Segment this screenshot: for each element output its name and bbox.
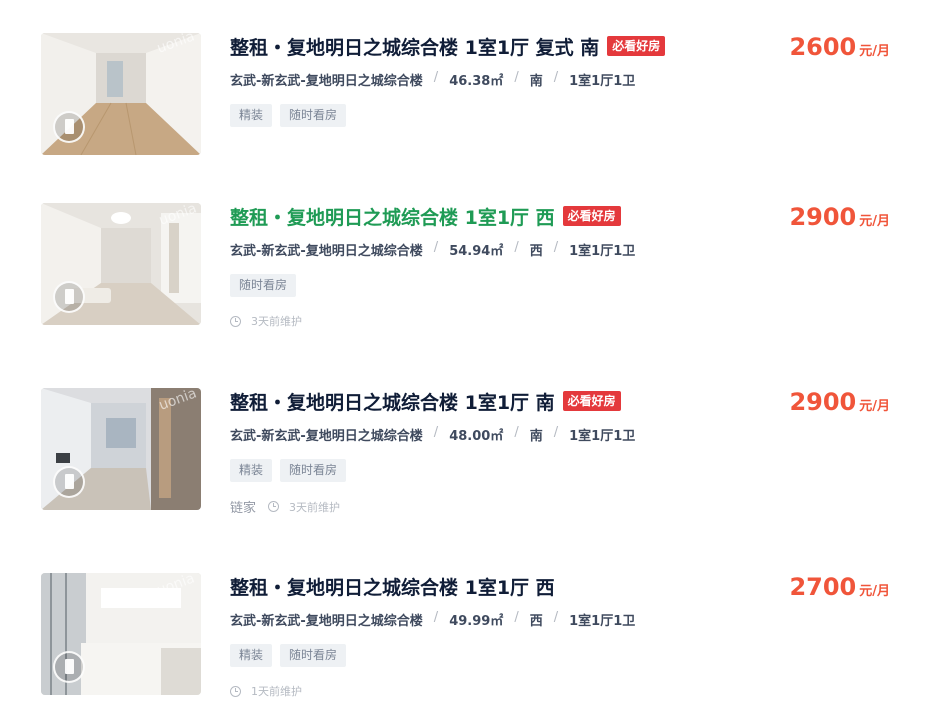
tag-list: 精装 随时看房 [230, 459, 354, 482]
price-value: 2900 [789, 203, 857, 231]
price-unit: 元/月 [859, 214, 890, 229]
orientation: 南 [529, 74, 543, 89]
clock-icon [268, 501, 280, 512]
tag: 随时看房 [280, 104, 347, 127]
listing-card[interactable]: uonia 整租・复地明日之城综合楼 1室1厅 南 必看好房 玄武-新玄武-复地… [0, 388, 948, 538]
price: 2700 元/月 [789, 573, 890, 601]
orientation: 西 [529, 614, 543, 629]
listing-title[interactable]: 整租・复地明日之城综合楼 1室1厅 复式 南 [230, 33, 599, 60]
tag: 随时看房 [230, 274, 297, 297]
district-link[interactable]: 玄武-新玄武-复地明日之城综合楼 [230, 240, 423, 259]
listing-photo[interactable]: uonia [41, 33, 201, 155]
price: 2900 元/月 [789, 388, 890, 416]
price: 2900 元/月 [789, 203, 890, 231]
room-layout: 1室1厅1卫 [569, 429, 636, 444]
listing-card[interactable]: uonia 整租・复地明日之城综合楼 1室1厅 西 必看好房 玄武-新玄武-复地… [0, 203, 948, 353]
tag: 精装 [230, 459, 273, 482]
room-layout: 1室1厅1卫 [569, 74, 636, 89]
area: 49.99㎡ [449, 614, 504, 629]
price-unit: 元/月 [859, 399, 890, 414]
listing-title[interactable]: 整租・复地明日之城综合楼 1室1厅 西 [230, 573, 555, 600]
tag-list: 精装 随时看房 [230, 644, 354, 667]
district-link[interactable]: 玄武-新玄武-复地明日之城综合楼 [230, 425, 423, 444]
tag: 随时看房 [280, 459, 347, 482]
vr-tour-icon[interactable] [53, 111, 85, 143]
price-unit: 元/月 [859, 584, 890, 599]
area: 54.94㎡ [449, 244, 504, 259]
listing-card[interactable]: uonia 整租・复地明日之城综合楼 1室1厅 复式 南 必看好房 玄武-新玄武… [0, 33, 948, 183]
must-see-badge: 必看好房 [607, 36, 666, 56]
district-link[interactable]: 玄武-新玄武-复地明日之城综合楼 [230, 610, 423, 629]
listing-details: 玄武-新玄武-复地明日之城综合楼 / 46.38㎡ / 南 / 1室1厅1卫 [230, 70, 636, 89]
listing-photo[interactable]: uonia [41, 573, 201, 695]
listing-title[interactable]: 整租・复地明日之城综合楼 1室1厅 西 [230, 203, 555, 230]
listing-photo[interactable]: uonia [41, 203, 201, 325]
listing-details: 玄武-新玄武-复地明日之城综合楼 / 48.00㎡ / 南 / 1室1厅1卫 [230, 425, 636, 444]
area: 48.00㎡ [449, 429, 504, 444]
price-value: 2600 [789, 33, 857, 61]
tag-list: 随时看房 [230, 274, 304, 297]
maintenance-row: 1天前维护 [230, 683, 302, 699]
maintained-time: 3天前维护 [289, 500, 341, 514]
must-see-badge: 必看好房 [562, 206, 621, 226]
vr-tour-icon[interactable] [53, 281, 85, 313]
listing-card[interactable]: uonia 整租・复地明日之城综合楼 1室1厅 西 玄武-新玄武-复地明日之城综… [0, 573, 948, 723]
price-value: 2900 [789, 388, 857, 416]
clock-icon [230, 315, 241, 327]
listing-photo[interactable]: uonia [41, 388, 201, 510]
listing-title[interactable]: 整租・复地明日之城综合楼 1室1厅 南 [230, 388, 555, 415]
price-unit: 元/月 [859, 44, 890, 59]
tag: 随时看房 [280, 644, 347, 667]
tag: 精装 [230, 104, 273, 127]
area: 46.38㎡ [449, 74, 504, 89]
orientation: 西 [529, 244, 543, 259]
clock-icon [230, 685, 241, 697]
vr-tour-icon[interactable] [53, 466, 85, 498]
must-see-badge: 必看好房 [562, 391, 621, 411]
tag-list: 精装 随时看房 [230, 104, 354, 127]
tag: 精装 [230, 644, 273, 667]
maintained-time: 1天前维护 [251, 685, 302, 698]
maintained-time: 3天前维护 [251, 315, 302, 328]
room-layout: 1室1厅1卫 [569, 244, 636, 259]
district-link[interactable]: 玄武-新玄武-复地明日之城综合楼 [230, 70, 423, 89]
listing-details: 玄武-新玄武-复地明日之城综合楼 / 49.99㎡ / 西 / 1室1厅1卫 [230, 610, 636, 629]
price: 2600 元/月 [789, 33, 890, 61]
room-layout: 1室1厅1卫 [569, 614, 636, 629]
maintenance-row: 3天前维护 [230, 313, 302, 329]
listing-details: 玄武-新玄武-复地明日之城综合楼 / 54.94㎡ / 西 / 1室1厅1卫 [230, 240, 636, 259]
maintenance-row: 链家 3天前维护 [230, 497, 341, 517]
vr-tour-icon[interactable] [53, 651, 85, 683]
agency-name[interactable]: 链家 [230, 497, 256, 516]
price-value: 2700 [789, 573, 857, 601]
orientation: 南 [529, 429, 543, 444]
